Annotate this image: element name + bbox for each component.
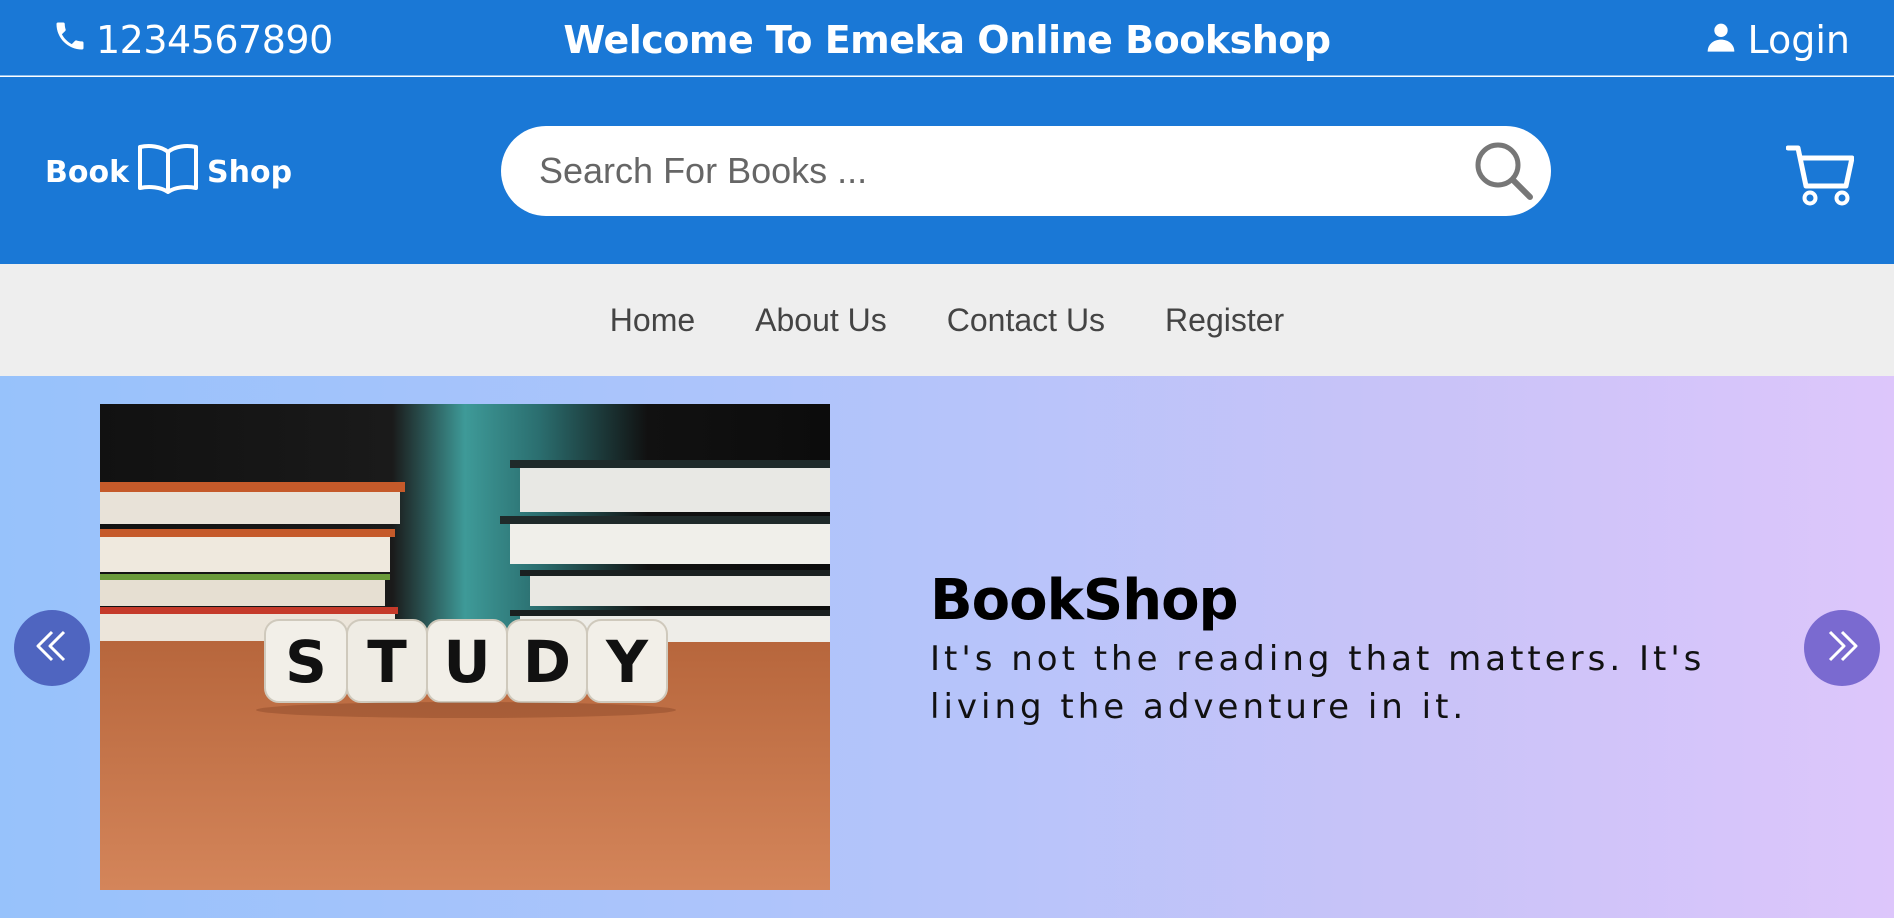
hero-caption: BookShop It's not the reading that matte… xyxy=(930,568,1830,731)
svg-text:S: S xyxy=(285,628,327,696)
nav-item-about-us[interactable]: About Us xyxy=(755,302,887,339)
carousel-next-button[interactable] xyxy=(1804,610,1880,686)
welcome-text: Welcome To Emeka Online Bookshop xyxy=(563,18,1331,62)
search-input[interactable] xyxy=(539,141,1439,201)
logo-text-book: Book xyxy=(45,154,130,190)
svg-text:T: T xyxy=(367,628,407,696)
chevron-double-right-icon xyxy=(1822,626,1862,670)
login-link[interactable]: Login xyxy=(1705,18,1850,62)
hero-title: BookShop xyxy=(930,568,1239,633)
nav-item-contact-us[interactable]: Contact Us xyxy=(947,302,1105,339)
login-label: Login xyxy=(1747,18,1850,62)
search-icon[interactable] xyxy=(1469,136,1539,206)
nav-item-home[interactable]: Home xyxy=(610,302,695,339)
hero-carousel: S T U D Y BookShop It's not the reading … xyxy=(0,376,1894,918)
cart-icon[interactable] xyxy=(1785,144,1855,206)
svg-text:D: D xyxy=(523,628,571,696)
site-logo[interactable]: Book Shop xyxy=(45,142,293,202)
search-bar xyxy=(501,126,1551,216)
svg-text:U: U xyxy=(443,628,490,696)
main-nav: Home About Us Contact Us Register xyxy=(0,264,1894,376)
carousel-prev-button[interactable] xyxy=(14,610,90,686)
book-open-icon xyxy=(137,142,199,202)
user-icon xyxy=(1705,18,1737,62)
logo-text-shop: Shop xyxy=(207,154,293,190)
chevron-double-left-icon xyxy=(32,626,72,670)
hero-image: S T U D Y xyxy=(100,404,830,890)
top-bar: 1234567890 Welcome To Emeka Online Books… xyxy=(0,0,1894,76)
svg-text:Y: Y xyxy=(605,628,649,696)
header: Book Shop xyxy=(0,77,1894,264)
nav-item-register[interactable]: Register xyxy=(1165,302,1284,339)
hero-quote: It's not the reading that matters. It's … xyxy=(930,639,1706,727)
